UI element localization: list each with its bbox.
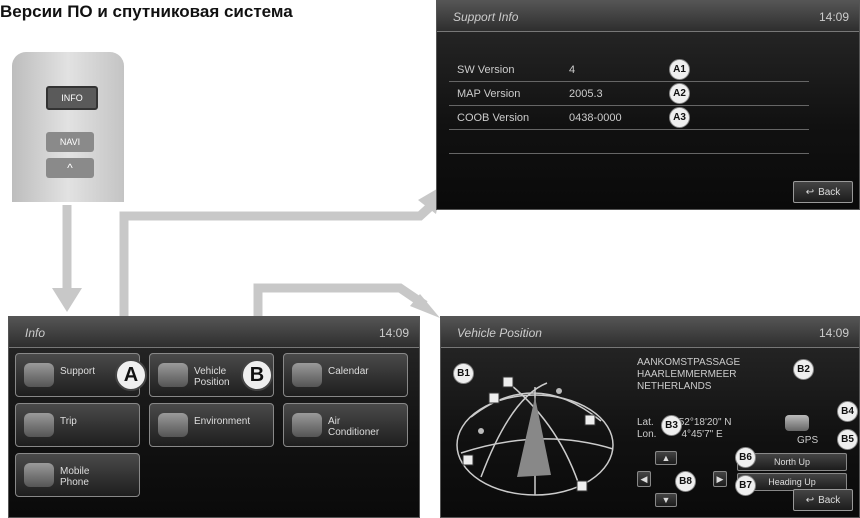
screen-title: Support Info	[453, 10, 519, 24]
sw-version-row: SW Version 4 A1	[449, 59, 809, 82]
mobile-phone-button[interactable]: Mobile Phone	[15, 453, 140, 497]
screen-header: Info 14:09	[9, 317, 419, 348]
screen-title: Info	[25, 326, 46, 340]
chevron-right-icon: ▶	[716, 473, 724, 484]
callout-badge: B3	[661, 415, 682, 436]
remote-control: INFO NAVI ^	[12, 52, 124, 202]
row-label: SW Version	[457, 64, 515, 76]
heading-up-label: Heading Up	[768, 477, 816, 487]
row-value: 0438-0000	[569, 112, 622, 124]
address-block: AANKOMSTPASSAGE HAARLEMMERMEER NETHERLAN…	[637, 357, 740, 393]
callout-b: B	[241, 359, 273, 391]
lon-label: Lon.	[637, 429, 657, 440]
vehicle-position-screen: Vehicle Position 14:09 AANKOMSTPASSAGE H…	[440, 316, 860, 518]
row-label: MAP Version	[457, 88, 521, 100]
chevron-down-icon: ▼	[661, 495, 671, 505]
scroll-right-button[interactable]: ▶	[713, 471, 727, 487]
button-label: Environment	[194, 416, 251, 427]
info-hardware-button[interactable]: INFO	[46, 86, 98, 110]
callout-badge: B1	[453, 363, 474, 384]
coordinates-block: Lat. 52°18'20" N Lon. 4°45'7" E	[637, 417, 732, 441]
environment-icon	[158, 413, 188, 437]
button-label: Air Conditioner	[328, 416, 380, 438]
satellite-marker	[488, 392, 500, 404]
button-label: Support	[60, 366, 96, 377]
chevron-up-icon: ▲	[661, 453, 671, 463]
screen-header: Vehicle Position 14:09	[441, 317, 859, 348]
trip-button[interactable]: Trip	[15, 403, 140, 447]
address-line: NETHERLANDS	[637, 381, 712, 392]
callout-badge: B8	[675, 471, 696, 492]
air-conditioner-icon	[292, 413, 322, 437]
row-value: 4	[569, 64, 576, 76]
callout-badge: B2	[793, 359, 814, 380]
scroll-up-button[interactable]: ▲	[655, 451, 677, 465]
north-up-label: North Up	[773, 457, 810, 467]
up-button-label: ^	[67, 161, 73, 175]
trip-icon	[24, 413, 54, 437]
map-version-row: MAP Version 2005.3 A2	[449, 83, 809, 106]
support-info-screen: Support Info 14:09 SW Version 4 A1 MAP V…	[436, 0, 860, 210]
callout-badge: B6	[735, 447, 756, 468]
up-hardware-button[interactable]: ^	[46, 158, 94, 178]
empty-row	[449, 131, 809, 154]
address-line: HAARLEMMERMEER	[637, 369, 737, 380]
screen-title: Vehicle Position	[457, 326, 542, 340]
address-line: AANKOMSTPASSAGE	[637, 357, 741, 368]
back-arrow-icon: ↩	[805, 186, 815, 198]
row-label: COOB Version	[457, 112, 530, 124]
support-icon	[24, 363, 54, 387]
button-label: Calendar	[328, 366, 369, 377]
lat-label: Lat.	[637, 417, 654, 428]
callout-badge: A3	[669, 107, 690, 128]
info-menu-screen: Info 14:09 Support Vehicle Position Cale…	[8, 316, 420, 518]
satellite-sky-plot	[456, 376, 614, 496]
back-label: Back	[818, 494, 841, 506]
lat-value: 52°18'20" N	[678, 417, 732, 428]
row-value: 2005.3	[569, 88, 603, 100]
navi-hardware-button[interactable]: NAVI	[46, 132, 94, 152]
satellite-marker	[462, 454, 474, 466]
environment-button[interactable]: Environment	[149, 403, 274, 447]
satellite-marker	[502, 376, 514, 388]
info-button-label: INFO	[61, 93, 83, 103]
arrowhead-info	[52, 288, 82, 312]
button-label: Vehicle Position	[194, 366, 230, 388]
callout-badge: B4	[837, 401, 858, 422]
back-arrow-icon: ↩	[805, 494, 815, 506]
satellite-marker	[584, 414, 596, 426]
lon-value: 4°45'7" E	[681, 429, 723, 440]
navi-button-label: NAVI	[59, 137, 81, 147]
button-label: Mobile Phone	[60, 466, 90, 488]
satellite-icon	[158, 363, 188, 387]
gps-label: GPS	[797, 435, 819, 446]
back-label: Back	[818, 186, 841, 198]
coob-version-row: COOB Version 0438-0000 A3	[449, 107, 809, 130]
callout-badge: B7	[735, 475, 756, 496]
vehicle-heading-cone	[517, 397, 551, 477]
button-label: Trip	[60, 416, 77, 427]
gps-satellite-icon	[785, 415, 809, 431]
satellite-marker	[576, 480, 588, 492]
back-button[interactable]: ↩ Back	[793, 181, 853, 203]
clock: 14:09	[818, 10, 849, 24]
callout-badge: A2	[669, 83, 690, 104]
calendar-icon	[292, 363, 322, 387]
clock: 14:09	[378, 326, 409, 340]
clock: 14:09	[818, 326, 849, 340]
scroll-down-button[interactable]: ▼	[655, 493, 677, 507]
air-conditioner-button[interactable]: Air Conditioner	[283, 403, 408, 447]
screen-header: Support Info 14:09	[437, 1, 859, 32]
back-button[interactable]: ↩ Back	[793, 489, 853, 511]
scroll-left-button[interactable]: ◀	[637, 471, 651, 487]
calendar-button[interactable]: Calendar	[283, 353, 408, 397]
phone-icon	[24, 463, 54, 487]
callout-badge: B5	[837, 429, 858, 450]
callout-a: A	[115, 359, 147, 391]
chevron-left-icon: ◀	[640, 473, 648, 484]
callout-badge: A1	[669, 59, 690, 80]
